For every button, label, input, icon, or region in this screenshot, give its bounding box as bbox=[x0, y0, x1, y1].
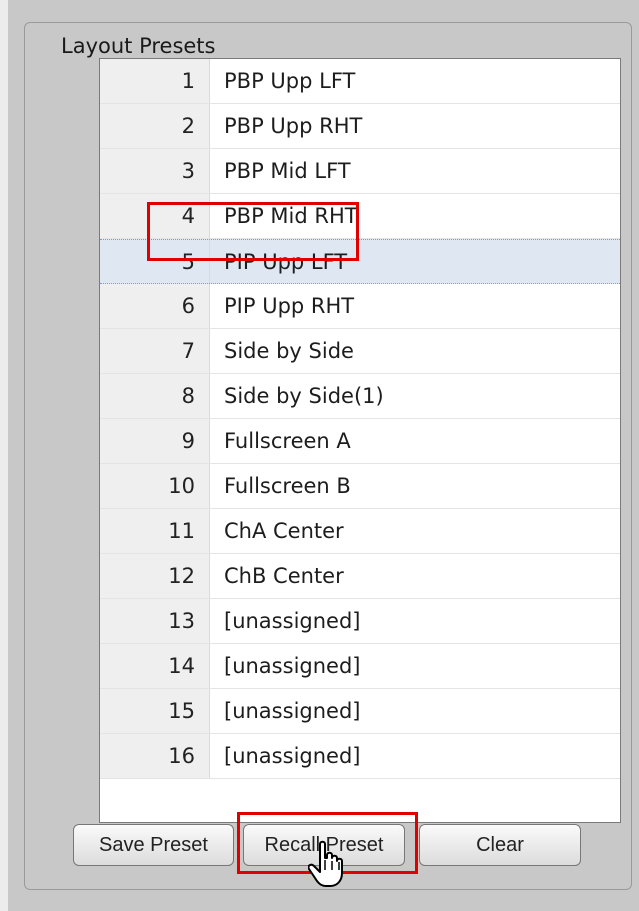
preset-name: ChB Center bbox=[224, 564, 344, 588]
preset-row[interactable]: 14 [unassigned] bbox=[100, 644, 620, 689]
preset-name: PBP Mid LFT bbox=[224, 159, 351, 183]
preset-list[interactable]: 1 PBP Upp LFT 2 PBP Upp RHT 3 PBP Mid LFT 4 PBP… bbox=[99, 58, 621, 823]
preset-number: 1 bbox=[100, 59, 210, 103]
preset-name: Fullscreen A bbox=[224, 429, 351, 453]
preset-row[interactable]: 2 PBP Upp RHT bbox=[100, 104, 620, 149]
preset-row[interactable]: 10 Fullscreen B bbox=[100, 464, 620, 509]
preset-number: 7 bbox=[100, 329, 210, 373]
preset-number: 8 bbox=[100, 374, 210, 418]
preset-name: PBP Upp LFT bbox=[224, 69, 356, 93]
preset-row[interactable]: 11 ChA Center bbox=[100, 509, 620, 554]
preset-name: Side by Side(1) bbox=[224, 384, 384, 408]
preset-name: Side by Side bbox=[224, 339, 354, 363]
preset-name: PIP Upp LFT bbox=[224, 249, 348, 274]
preset-number: 14 bbox=[100, 644, 210, 688]
preset-number: 9 bbox=[100, 419, 210, 463]
preset-number: 16 bbox=[100, 734, 210, 778]
preset-number: 4 bbox=[100, 194, 210, 238]
layout-presets-groupbox: Layout Presets 1 PBP Upp LFT 2 PBP Upp RHT 3… bbox=[24, 22, 632, 890]
preset-number: 11 bbox=[100, 509, 210, 553]
preset-row[interactable]: 1 PBP Upp LFT bbox=[100, 59, 620, 104]
panel-frame: Layout Presets 1 PBP Upp LFT 2 PBP Upp RHT 3… bbox=[8, 0, 639, 911]
save-preset-button[interactable]: Save Preset bbox=[73, 824, 234, 866]
preset-name: [unassigned] bbox=[224, 654, 361, 678]
preset-row[interactable]: 7 Side by Side bbox=[100, 329, 620, 374]
preset-number: 3 bbox=[100, 149, 210, 193]
preset-row[interactable]: 9 Fullscreen A bbox=[100, 419, 620, 464]
preset-row[interactable]: 8 Side by Side(1) bbox=[100, 374, 620, 419]
preset-row[interactable]: 13 [unassigned] bbox=[100, 599, 620, 644]
preset-number: 13 bbox=[100, 599, 210, 643]
preset-name: ChA Center bbox=[224, 519, 344, 543]
preset-number: 6 bbox=[100, 284, 210, 328]
preset-number: 12 bbox=[100, 554, 210, 598]
preset-number: 2 bbox=[100, 104, 210, 148]
preset-name: PBP Mid RHT bbox=[224, 204, 358, 228]
preset-name: [unassigned] bbox=[224, 744, 361, 768]
preset-name: [unassigned] bbox=[224, 699, 361, 723]
preset-name: PIP Upp RHT bbox=[224, 294, 355, 318]
preset-number: 5 bbox=[100, 240, 210, 283]
preset-row[interactable]: 6 PIP Upp RHT bbox=[100, 284, 620, 329]
preset-name: Fullscreen B bbox=[224, 474, 351, 498]
preset-number: 15 bbox=[100, 689, 210, 733]
preset-name: PBP Upp RHT bbox=[224, 114, 363, 138]
preset-name: [unassigned] bbox=[224, 609, 361, 633]
preset-row[interactable]: 16 [unassigned] bbox=[100, 734, 620, 779]
preset-row[interactable]: 3 PBP Mid LFT bbox=[100, 149, 620, 194]
groupbox-title: Layout Presets bbox=[53, 33, 224, 59]
hand-pointer-icon bbox=[308, 840, 343, 887]
preset-row[interactable]: 15 [unassigned] bbox=[100, 689, 620, 734]
preset-row[interactable]: 4 PBP Mid RHT bbox=[100, 194, 620, 239]
preset-row[interactable]: 12 ChB Center bbox=[100, 554, 620, 599]
preset-number: 10 bbox=[100, 464, 210, 508]
clear-button[interactable]: Clear bbox=[419, 824, 581, 866]
preset-row[interactable]: 5 PIP Upp LFT bbox=[100, 239, 620, 284]
